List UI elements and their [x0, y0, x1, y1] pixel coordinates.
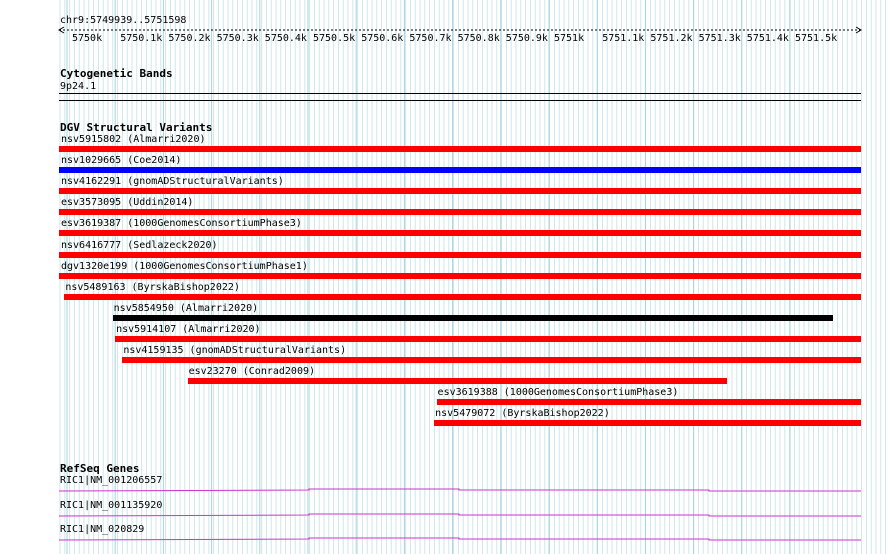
cytogenetic-track-title[interactable]: Cytogenetic Bands — [60, 68, 173, 80]
sv-feature-label[interactable]: esv23270 (Conrad2009) — [189, 366, 315, 377]
ruler-tick-label: 5751.1k — [602, 33, 645, 44]
gene-label[interactable]: RIC1|NM_001135920 — [60, 500, 162, 511]
sv-feature-bar[interactable] — [115, 335, 861, 342]
sv-feature-bar[interactable] — [434, 420, 861, 427]
sv-feature-bar[interactable] — [59, 188, 861, 195]
ruler-tick-label: 5750.9k — [505, 33, 548, 44]
ruler-tick-label: 5750k — [72, 33, 103, 44]
sv-feature-bar[interactable] — [59, 251, 861, 258]
sv-feature-label[interactable]: esv3619388 (1000GenomesConsortiumPhase3) — [438, 387, 679, 398]
sv-feature-label[interactable]: esv3619387 (1000GenomesConsortiumPhase3) — [61, 218, 302, 229]
ruler-tick-label: 5751.5k — [795, 33, 838, 44]
ruler-tick-label: 5750.7k — [409, 33, 452, 44]
gene-model-line[interactable] — [59, 536, 861, 542]
sv-feature-label[interactable]: nsv6416777 (Sedlazeck2020) — [61, 240, 218, 251]
ruler-tick-label: 5750.3k — [216, 33, 259, 44]
sv-feature-label[interactable]: nsv1029665 (Coe2014) — [61, 155, 181, 166]
sv-feature-bar[interactable] — [59, 146, 861, 152]
sv-feature-label[interactable]: dgv1320e199 (1000GenomesConsortiumPhase1… — [61, 261, 308, 272]
sv-feature-bar[interactable] — [59, 167, 861, 174]
cytoband-line — [59, 93, 861, 94]
ruler-tick-label: 5751k — [554, 33, 585, 44]
sv-feature-bar[interactable] — [112, 314, 833, 321]
sv-feature-bar[interactable] — [187, 378, 727, 385]
sv-feature-bar[interactable] — [59, 230, 861, 237]
sv-feature-label[interactable]: esv3573095 (Uddin2014) — [61, 197, 193, 208]
ruler-tick-label: 5750.4k — [264, 33, 307, 44]
ruler-tick-label: 5750.1k — [120, 33, 163, 44]
sv-feature-label[interactable]: nsv5914107 (Almarri2020) — [116, 324, 261, 335]
sv-feature-label[interactable]: nsv5489163 (ByrskaBishop2022) — [65, 282, 240, 293]
sv-feature-bar[interactable] — [64, 293, 861, 300]
gene-label[interactable]: RIC1|NM_020829 — [60, 524, 144, 535]
gene-label[interactable]: RIC1|NM_001206557 — [60, 475, 162, 486]
ruler-tick-label: 5750.2k — [168, 33, 211, 44]
gene-model-line[interactable] — [59, 512, 861, 518]
track-divider — [59, 100, 861, 101]
sv-feature-bar[interactable] — [122, 357, 861, 363]
ruler-tick-label: 5750.6k — [361, 33, 404, 44]
ruler-tick-label: 5751.2k — [650, 33, 693, 44]
ruler-tick-label: 5751.4k — [746, 33, 789, 44]
sv-feature-label[interactable]: nsv4159135 (gnomADStructuralVariants) — [123, 345, 346, 356]
ruler-tick-label: 5750.8k — [457, 33, 500, 44]
refseq-track-title[interactable]: RefSeq Genes — [60, 463, 139, 475]
sv-feature-label[interactable]: nsv5915802 (Almarri2020) — [61, 134, 206, 145]
sv-feature-label[interactable]: nsv5854950 (Almarri2020) — [114, 303, 259, 314]
sv-feature-bar[interactable] — [436, 399, 861, 406]
ruler-tick-label: 5750.5k — [313, 33, 356, 44]
sv-feature-label[interactable]: nsv4162291 (gnomADStructuralVariants) — [61, 176, 284, 187]
sv-feature-bar[interactable] — [59, 272, 861, 279]
ruler-tick-label: 5751.3k — [698, 33, 741, 44]
cytoband-label: 9p24.1 — [60, 81, 97, 92]
sv-feature-label[interactable]: nsv5479072 (ByrskaBishop2022) — [435, 408, 610, 419]
sv-feature-bar[interactable] — [59, 209, 861, 216]
gene-model-line[interactable] — [59, 487, 861, 493]
dgv-track-title[interactable]: DGV Structural Variants — [60, 122, 212, 134]
